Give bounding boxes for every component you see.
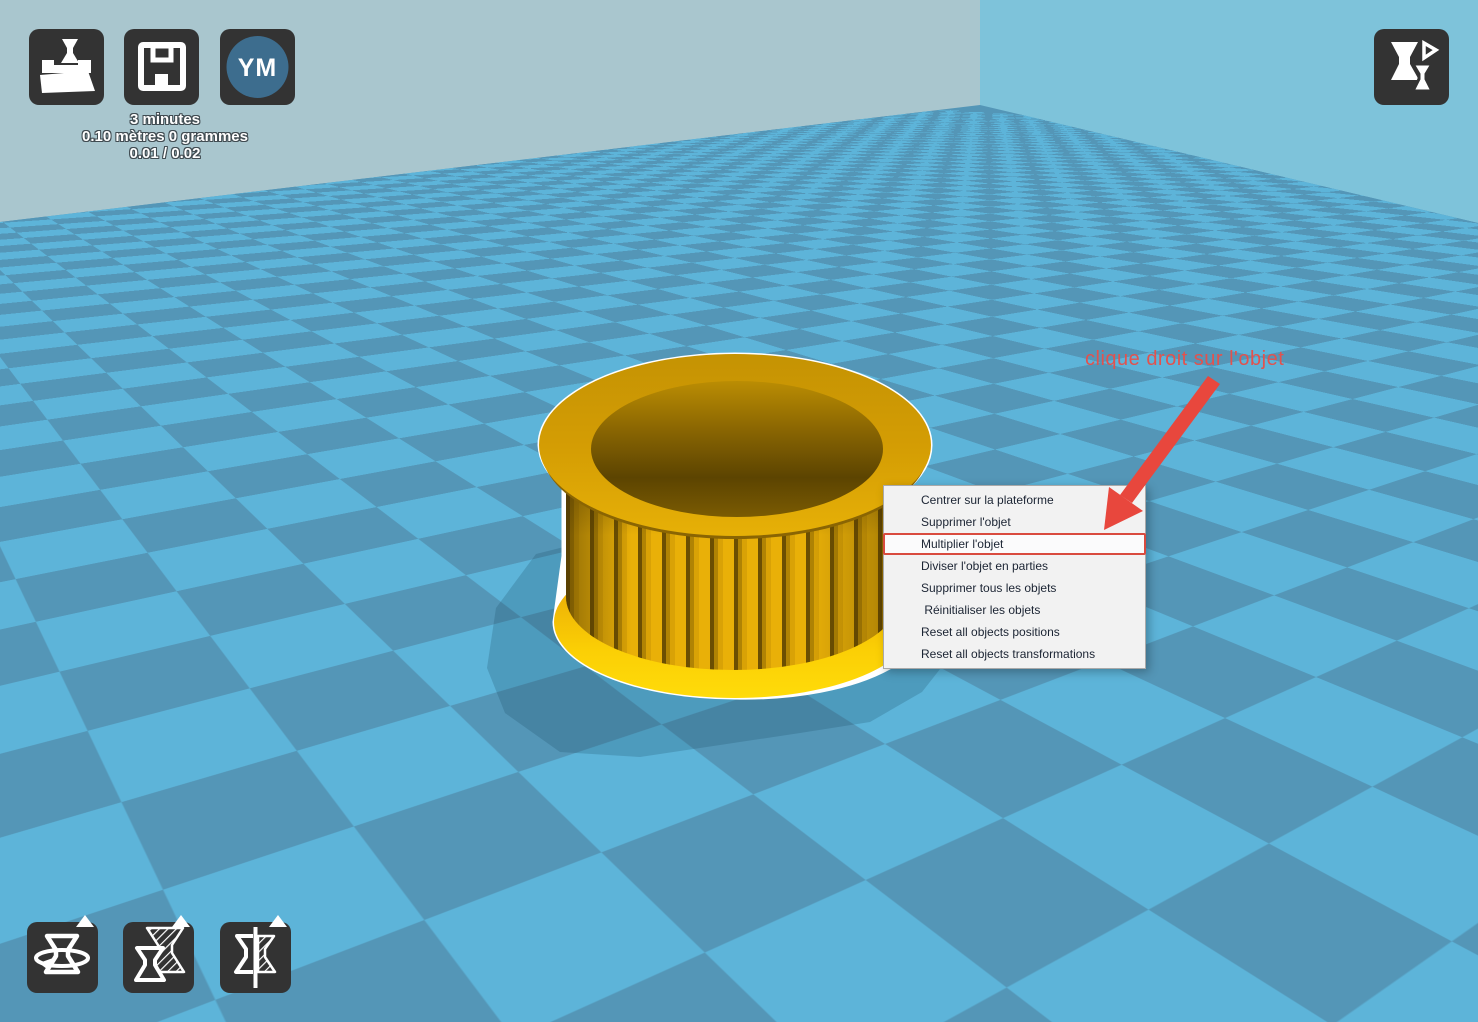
tutorial-annotation: clique droit sur l'objet [1085, 348, 1285, 370]
menu-item-reload-objects[interactable]: Réinitialiser les objets [884, 599, 1145, 621]
mirror-button[interactable] [220, 915, 291, 993]
menu-item-reset-transformations[interactable]: Reset all objects transformations [884, 643, 1145, 665]
print-stats: 3 minutes 0.10 mètres 0 grammes 0.01 / 0… [20, 111, 310, 162]
menu-item-reset-positions[interactable]: Reset all objects positions [884, 621, 1145, 643]
load-model-button[interactable] [29, 29, 104, 105]
save-toolpath-icon [138, 42, 186, 91]
pulley-bore [591, 381, 883, 517]
menu-item-center-on-platform[interactable]: Centrer sur la plateforme [884, 489, 1145, 511]
save-toolpath-button[interactable] [124, 29, 199, 105]
tool-expand-triangle [269, 915, 287, 927]
scale-button[interactable] [123, 915, 194, 993]
menu-item-multiply-object[interactable]: Multiplier l'objet [883, 533, 1146, 555]
mirror-icon [234, 927, 277, 988]
youmagine-button[interactable]: YM [220, 29, 295, 105]
menu-item-split-object[interactable]: Diviser l'objet en parties [884, 555, 1145, 577]
tool-expand-triangle [76, 915, 94, 927]
menu-item-delete-object[interactable]: Supprimer l'objet [884, 511, 1145, 533]
material-usage: 0.10 mètres 0 grammes [82, 128, 248, 145]
ym-logo-text: YM [238, 54, 278, 82]
view-mode-icon [1391, 39, 1440, 93]
menu-item-delete-all-objects[interactable]: Supprimer tous les objets [884, 577, 1145, 599]
material-cost: 0.01 / 0.02 [129, 145, 201, 162]
rotate-icon [34, 933, 90, 975]
print-time: 3 minutes [129, 111, 201, 128]
model-pulley[interactable] [537, 352, 933, 700]
viewport-3d: YM 3 minutes 0.10 mètres 0 grammes 0.01 … [0, 0, 1478, 1022]
context-menu: Centrer sur la plateforme Supprimer l'ob… [883, 485, 1146, 669]
youmagine-icon: YM [226, 36, 289, 98]
load-model-icon [40, 39, 95, 93]
view-mode-button[interactable] [1374, 29, 1449, 105]
rotate-button[interactable] [27, 915, 98, 993]
tool-expand-triangle [172, 915, 190, 927]
scale-icon [134, 926, 186, 982]
